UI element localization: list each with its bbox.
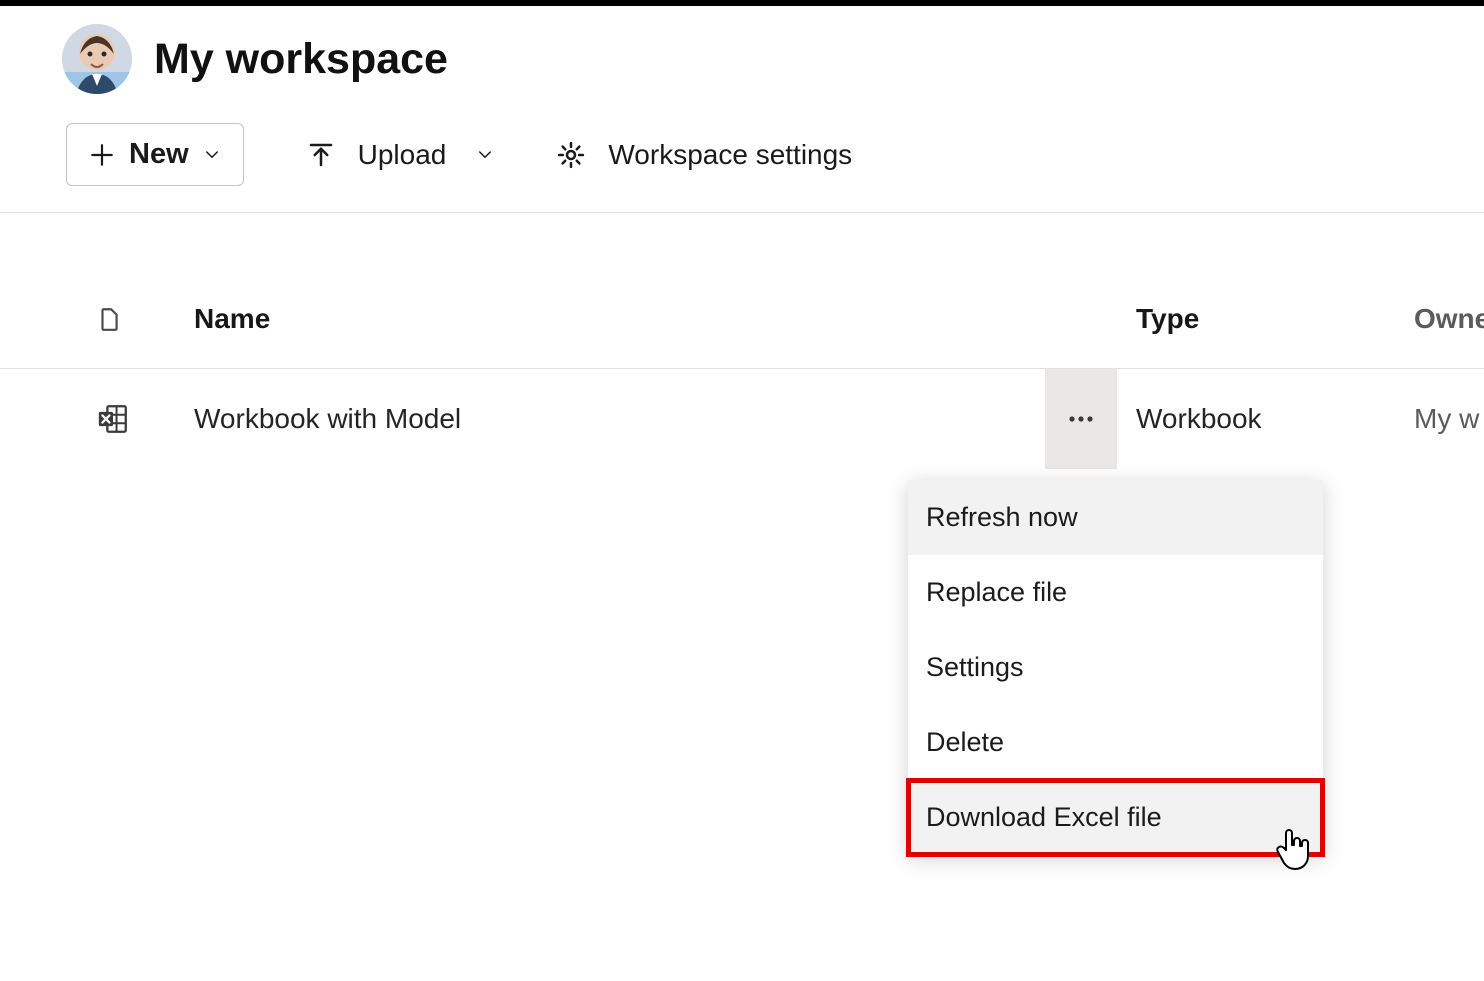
more-icon xyxy=(1068,415,1094,423)
workspace-title: My workspace xyxy=(154,35,448,84)
menu-item-replace[interactable]: Replace file xyxy=(908,555,1323,630)
upload-button[interactable]: Upload xyxy=(306,139,495,171)
chevron-down-icon xyxy=(203,146,221,164)
gear-icon xyxy=(556,140,586,170)
content-table: Name Type Owner Workbook with Model xyxy=(0,213,1484,469)
more-options-button[interactable] xyxy=(1045,369,1117,469)
workspace-avatar xyxy=(62,24,132,94)
item-owner: My w xyxy=(1414,403,1484,435)
upload-icon xyxy=(306,140,336,170)
table-row[interactable]: Workbook with Model Workbook My w xyxy=(0,369,1484,469)
upload-label: Upload xyxy=(358,139,447,171)
new-button[interactable]: New xyxy=(66,123,244,186)
column-header-owner[interactable]: Owner xyxy=(1414,303,1484,335)
plus-icon xyxy=(89,142,115,168)
menu-item-settings[interactable]: Settings xyxy=(908,630,1323,705)
menu-item-refresh[interactable]: Refresh now xyxy=(908,480,1323,555)
workspace-header: My workspace xyxy=(0,6,1484,94)
menu-item-download-excel[interactable]: Download Excel file xyxy=(908,780,1323,855)
file-icon xyxy=(96,306,122,332)
column-header-name[interactable]: Name xyxy=(194,303,1038,335)
item-name[interactable]: Workbook with Model xyxy=(194,403,1038,435)
item-type: Workbook xyxy=(1124,403,1414,435)
excel-icon xyxy=(96,402,130,436)
toolbar: New Upload Workspace settings xyxy=(0,94,1484,212)
menu-item-delete[interactable]: Delete xyxy=(908,705,1323,780)
column-header-type[interactable]: Type xyxy=(1124,303,1414,335)
table-header-row: Name Type Owner xyxy=(0,269,1484,369)
new-button-label: New xyxy=(129,138,189,171)
workspace-settings-button[interactable]: Workspace settings xyxy=(556,139,852,171)
workspace-settings-label: Workspace settings xyxy=(608,139,852,171)
context-menu: Refresh now Replace file Settings Delete… xyxy=(908,480,1323,855)
column-header-icon xyxy=(62,306,194,332)
chevron-down-icon xyxy=(476,146,494,164)
